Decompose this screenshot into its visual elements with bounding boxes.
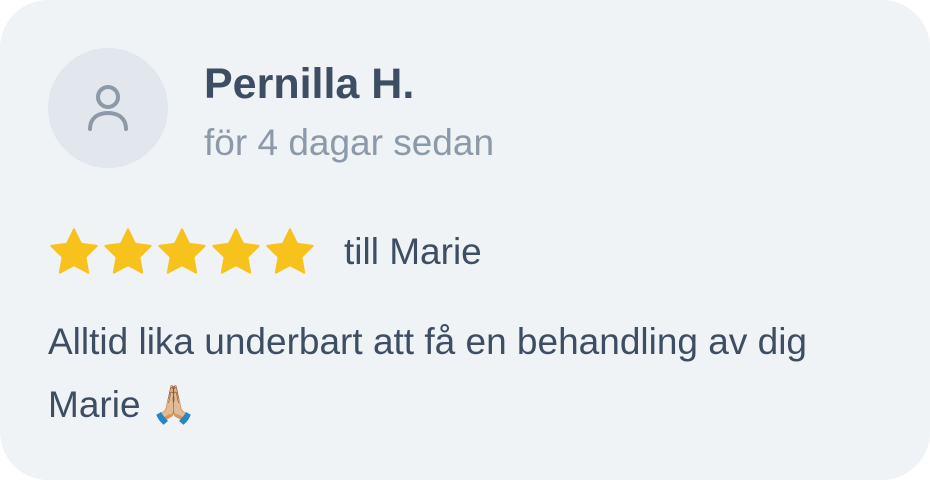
star-icon	[212, 228, 260, 274]
review-card: Pernilla H. för 4 dagar sedan till Marie…	[0, 0, 930, 480]
star-icon	[266, 228, 314, 274]
review-recipient: till Marie	[344, 231, 482, 272]
star-icon	[50, 228, 98, 274]
rating-row: till Marie	[48, 224, 482, 280]
review-text: Alltid lika underbart att få en behandli…	[48, 321, 808, 425]
star-icon	[158, 228, 206, 274]
avatar	[48, 48, 168, 168]
star-icon	[104, 228, 152, 274]
user-icon	[88, 85, 128, 131]
review-time: för 4 dagar sedan	[204, 122, 495, 163]
star-rating	[48, 226, 318, 278]
reviewer-name: Pernilla H.	[204, 60, 415, 108]
